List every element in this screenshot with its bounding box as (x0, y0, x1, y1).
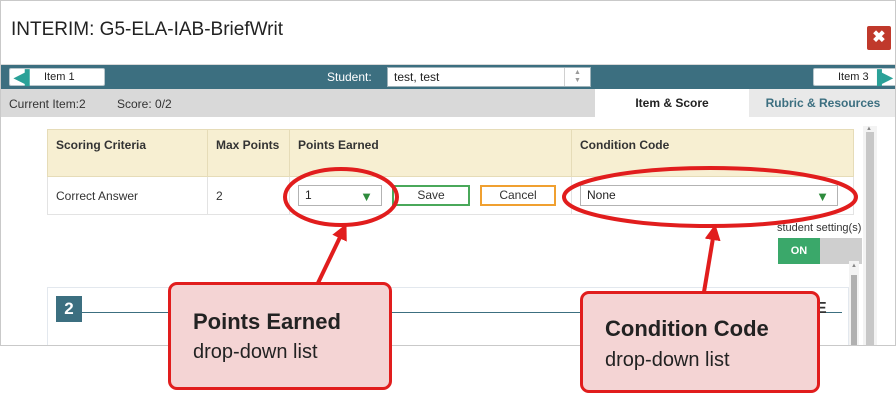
condition-code-value: None (587, 188, 616, 202)
current-item-text: Current Item:2 (9, 97, 86, 111)
item-navigation-bar: ◀▌ Item 1 Student: test, test ▲ ▼ Item 3 … (1, 65, 895, 89)
tab-item-and-score[interactable]: Item & Score (595, 89, 749, 117)
dialog-title: INTERIM: G5-ELA-IAB-BriefWrit (11, 19, 284, 40)
student-value: test, test (394, 70, 440, 84)
header-points-earned: Points Earned (289, 129, 572, 177)
next-item-button[interactable]: Item 3 ▐▶ (813, 68, 895, 86)
callout-subtitle: drop-down list (193, 341, 318, 363)
points-earned-value: 1 (305, 188, 312, 202)
dropdown-caret-icon: ▼ (816, 189, 829, 204)
callout-title: Points Earned (193, 309, 341, 334)
student-setting-label: student setting(s) (777, 222, 862, 234)
condition-code-callout: Condition Code drop-down list (580, 291, 820, 393)
dialog-scrollbar[interactable]: ▲ (863, 126, 877, 345)
close-icon[interactable]: ✖ (867, 26, 891, 50)
next-item-label: Item 3 (838, 71, 869, 83)
cancel-button[interactable]: Cancel (480, 185, 556, 206)
double-chevron-right-icon: ▐▶ (872, 69, 893, 85)
tab-rubric-and-resources[interactable]: Rubric & Resources (749, 89, 895, 117)
header-condition-code: Condition Code (571, 129, 854, 177)
callout-title: Condition Code (605, 316, 769, 341)
scoring-table: Scoring Criteria Max Points Points Earne… (47, 129, 854, 215)
points-earned-dropdown[interactable]: 1 ▼ (298, 185, 382, 206)
table-row: Correct Answer 2 1 ▼ Save Cancel None ▼ (47, 176, 854, 215)
table-header-row: Scoring Criteria Max Points Points Earne… (47, 129, 854, 177)
student-label: Student: (327, 70, 372, 84)
previous-item-button[interactable]: ◀▌ Item 1 (9, 68, 105, 86)
points-earned-callout: Points Earned drop-down list (168, 282, 392, 390)
score-text: Score: 0/2 (117, 97, 172, 111)
screenshot-stage: INTERIM: G5-ELA-IAB-BriefWrit ✖ ◀▌ Item … (0, 0, 896, 394)
dropdown-caret-icon: ▼ (360, 189, 373, 204)
header-scoring-criteria: Scoring Criteria (47, 129, 208, 177)
callout-subtitle: drop-down list (605, 349, 730, 371)
scrollbar-thumb[interactable] (866, 132, 874, 345)
double-chevron-left-icon: ◀▌ (14, 69, 35, 85)
item-info-bar: Current Item:2 Score: 0/2 Item & Score R… (1, 89, 895, 117)
toggle-on-label: ON (778, 238, 820, 264)
previous-item-label: Item 1 (44, 71, 75, 83)
cell-scoring-criteria: Correct Answer (47, 176, 208, 215)
item-number-badge: 2 (56, 296, 82, 322)
student-select[interactable]: test, test ▲ ▼ (387, 67, 591, 87)
header-max-points: Max Points (207, 129, 290, 177)
stepper-arrows-icon[interactable]: ▲ ▼ (564, 68, 590, 86)
cell-points-earned: 1 ▼ Save Cancel (289, 176, 572, 215)
item-panel-scrollbar[interactable]: ▲ (849, 261, 859, 345)
cell-max-points: 2 (207, 176, 290, 215)
cell-condition-code: None ▼ (571, 176, 854, 215)
scroll-up-arrow-icon[interactable]: ▲ (851, 263, 857, 269)
condition-code-dropdown[interactable]: None ▼ (580, 185, 838, 206)
scrollbar-thumb[interactable] (851, 275, 857, 345)
save-button[interactable]: Save (392, 185, 470, 206)
dialog-title-bar: INTERIM: G5-ELA-IAB-BriefWrit ✖ (1, 1, 895, 65)
